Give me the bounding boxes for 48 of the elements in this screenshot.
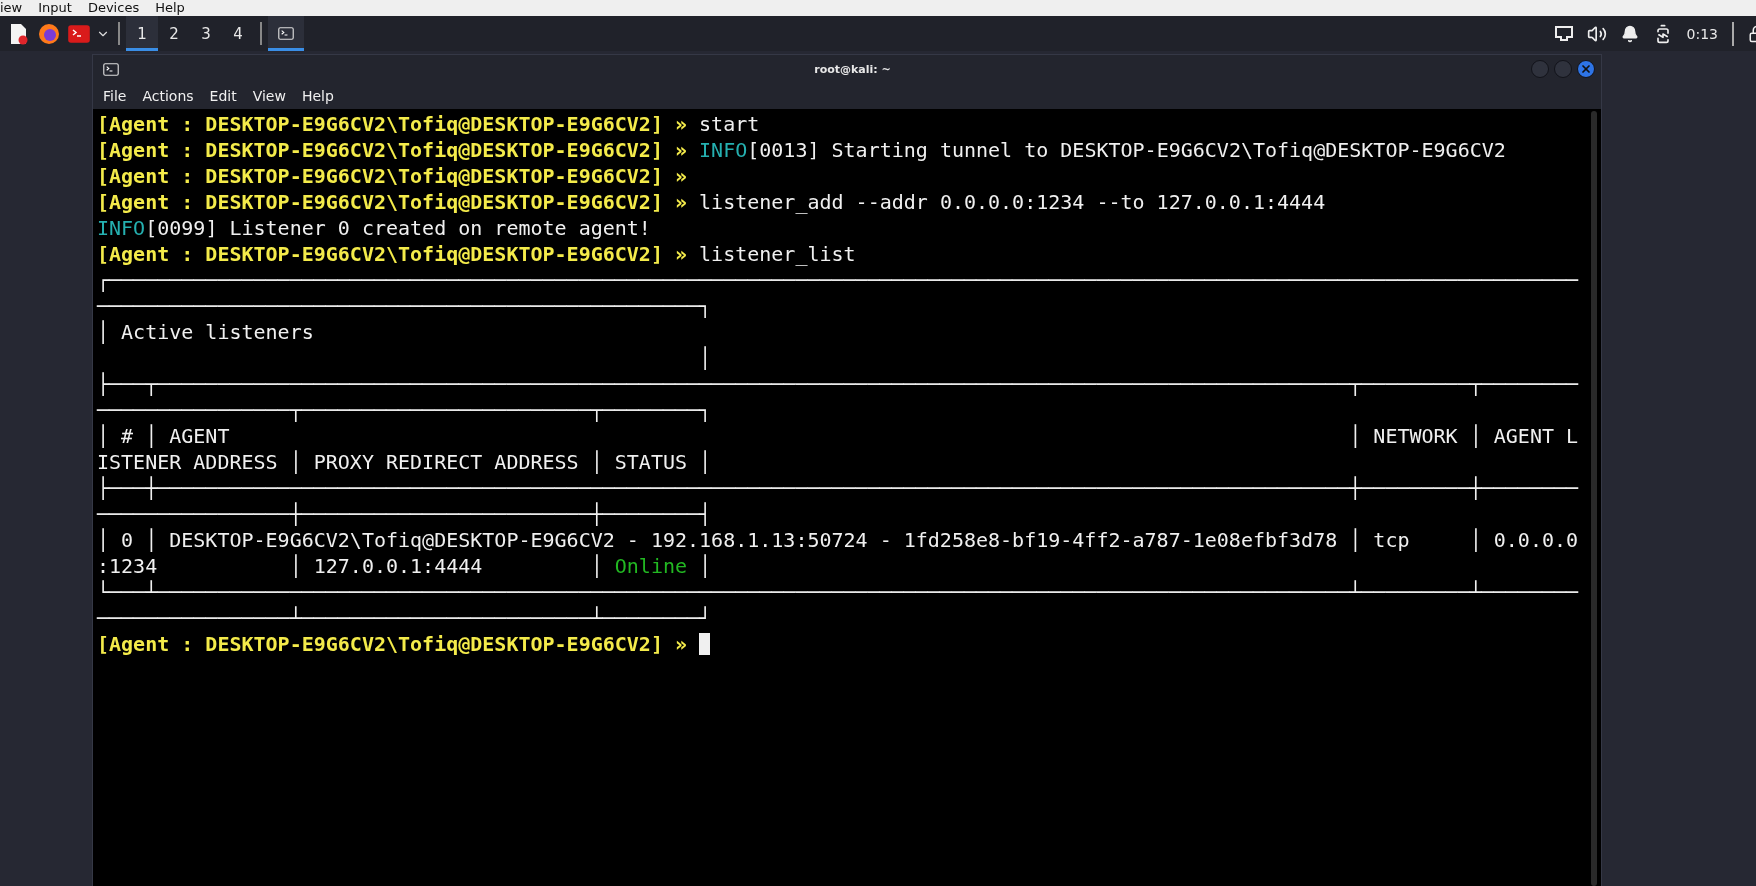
bell-icon[interactable] (1620, 24, 1639, 43)
clock: 0:13 (1686, 25, 1718, 42)
terminal-line: ────────────────┴────────────────────────┴────────┘ (97, 605, 713, 631)
terminal-line: :1234 │ 127.0.0.1:4444 │ Online │ (97, 553, 713, 579)
terminal-line: INFO[0099] Listener 0 created on remote agent! (97, 215, 652, 241)
menu-item[interactable]: iew (0, 0, 23, 16)
terminal-line: [Agent : DESKTOP-E9G6CV2\Tofiq@DESKTOP-E9G6CV2] » INFO[0013] Starting tunnel to DESKTOP-E9G6CV2\Tofiq@DESKTOP-E9G6CV2 (97, 137, 1507, 163)
terminal-line: ISTENER ADDRESS │ PROXY REDIRECT ADDRESS │ STATUS │ (97, 449, 713, 475)
ethernet-icon[interactable] (1554, 25, 1573, 42)
task-button[interactable] (268, 16, 304, 51)
menu-item[interactable]: Devices (87, 0, 140, 16)
close-button[interactable] (1577, 60, 1595, 78)
terminal-line: ├───┬───────────────────────────────────────────────────────────────────────────────────────────────────┬─────────┬──────── (97, 371, 1580, 397)
terminal-line: │ # │ AGENT │ NETWORK │ AGENT L (97, 423, 1580, 449)
menu-item[interactable]: File (103, 88, 127, 104)
menu-item[interactable]: Input (38, 0, 72, 16)
window-title: root@kali: ~ (813, 62, 892, 76)
menu-item[interactable]: Actions (142, 88, 194, 104)
terminal-line: ──────────────────────────────────────────────────┐ (97, 293, 713, 319)
workspace-tab[interactable]: 3 (190, 16, 222, 51)
menu-item[interactable]: Edit (209, 88, 237, 104)
volume-icon[interactable] (1586, 23, 1607, 44)
terminal-line: ├───┼───────────────────────────────────────────────────────────────────────────────────────────────────┼─────────┼──────── (97, 475, 1580, 501)
terminal-line: ┌────────────────────────────────────────────────────────────────────────────────────────────────────────────────────────── (97, 267, 1580, 293)
terminal-icon (68, 24, 90, 43)
menu-item[interactable]: Help (301, 88, 334, 104)
terminal-line: [Agent : DESKTOP-E9G6CV2\Tofiq@DESKTOP-E9G6CV2] » listener_list (97, 241, 857, 267)
terminal-line: │ (698, 345, 713, 371)
scrollbar[interactable] (1591, 111, 1597, 886)
terminal-line: │ 0 │ DESKTOP-E9G6CV2\Tofiq@DESKTOP-E9G6CV2 - 192.168.1.13:50724 - 1fd258e8-bf19-4ff2-a787-1e08efbf3d78 │ tcp │ 0.0.0.0 (97, 527, 1580, 553)
terminal-icon (278, 27, 294, 40)
workspace-tab[interactable]: 2 (158, 16, 190, 51)
terminal-line: ────────────────┬────────────────────────┬────────┐ (97, 397, 713, 423)
terminal-line: ────────────────┼────────────────────────┼────────┤ (97, 501, 713, 527)
workspace-tab[interactable]: 1 (126, 16, 158, 51)
terminal-icon (103, 62, 119, 76)
close-icon (1580, 63, 1592, 75)
menu-item[interactable]: View (252, 88, 286, 104)
terminal-line: [Agent : DESKTOP-E9G6CV2\Tofiq@DESKTOP-E9G6CV2] » (97, 163, 688, 189)
terminal-line: [Agent : DESKTOP-E9G6CV2\Tofiq@DESKTOP-E9G6CV2] » (97, 631, 1587, 657)
workspace-tab[interactable]: 4 (222, 16, 254, 51)
terminal-line: [Agent : DESKTOP-E9G6CV2\Tofiq@DESKTOP-E9G6CV2] » listener_add --addr 0.0.0.0:1234 --to 127.0.0.1:4444 (97, 189, 1327, 215)
terminal-line: [Agent : DESKTOP-E9G6CV2\Tofiq@DESKTOP-E9G6CV2] » start (97, 111, 761, 137)
terminal-line: └───┴───────────────────────────────────────────────────────────────────────────────────────────────────┴─────────┴──────── (97, 579, 1580, 605)
menu-item[interactable]: Help (155, 0, 185, 16)
browser-icon[interactable] (38, 22, 60, 45)
document-icon[interactable] (10, 22, 28, 45)
terminal-line: │ Active listeners (97, 319, 315, 345)
